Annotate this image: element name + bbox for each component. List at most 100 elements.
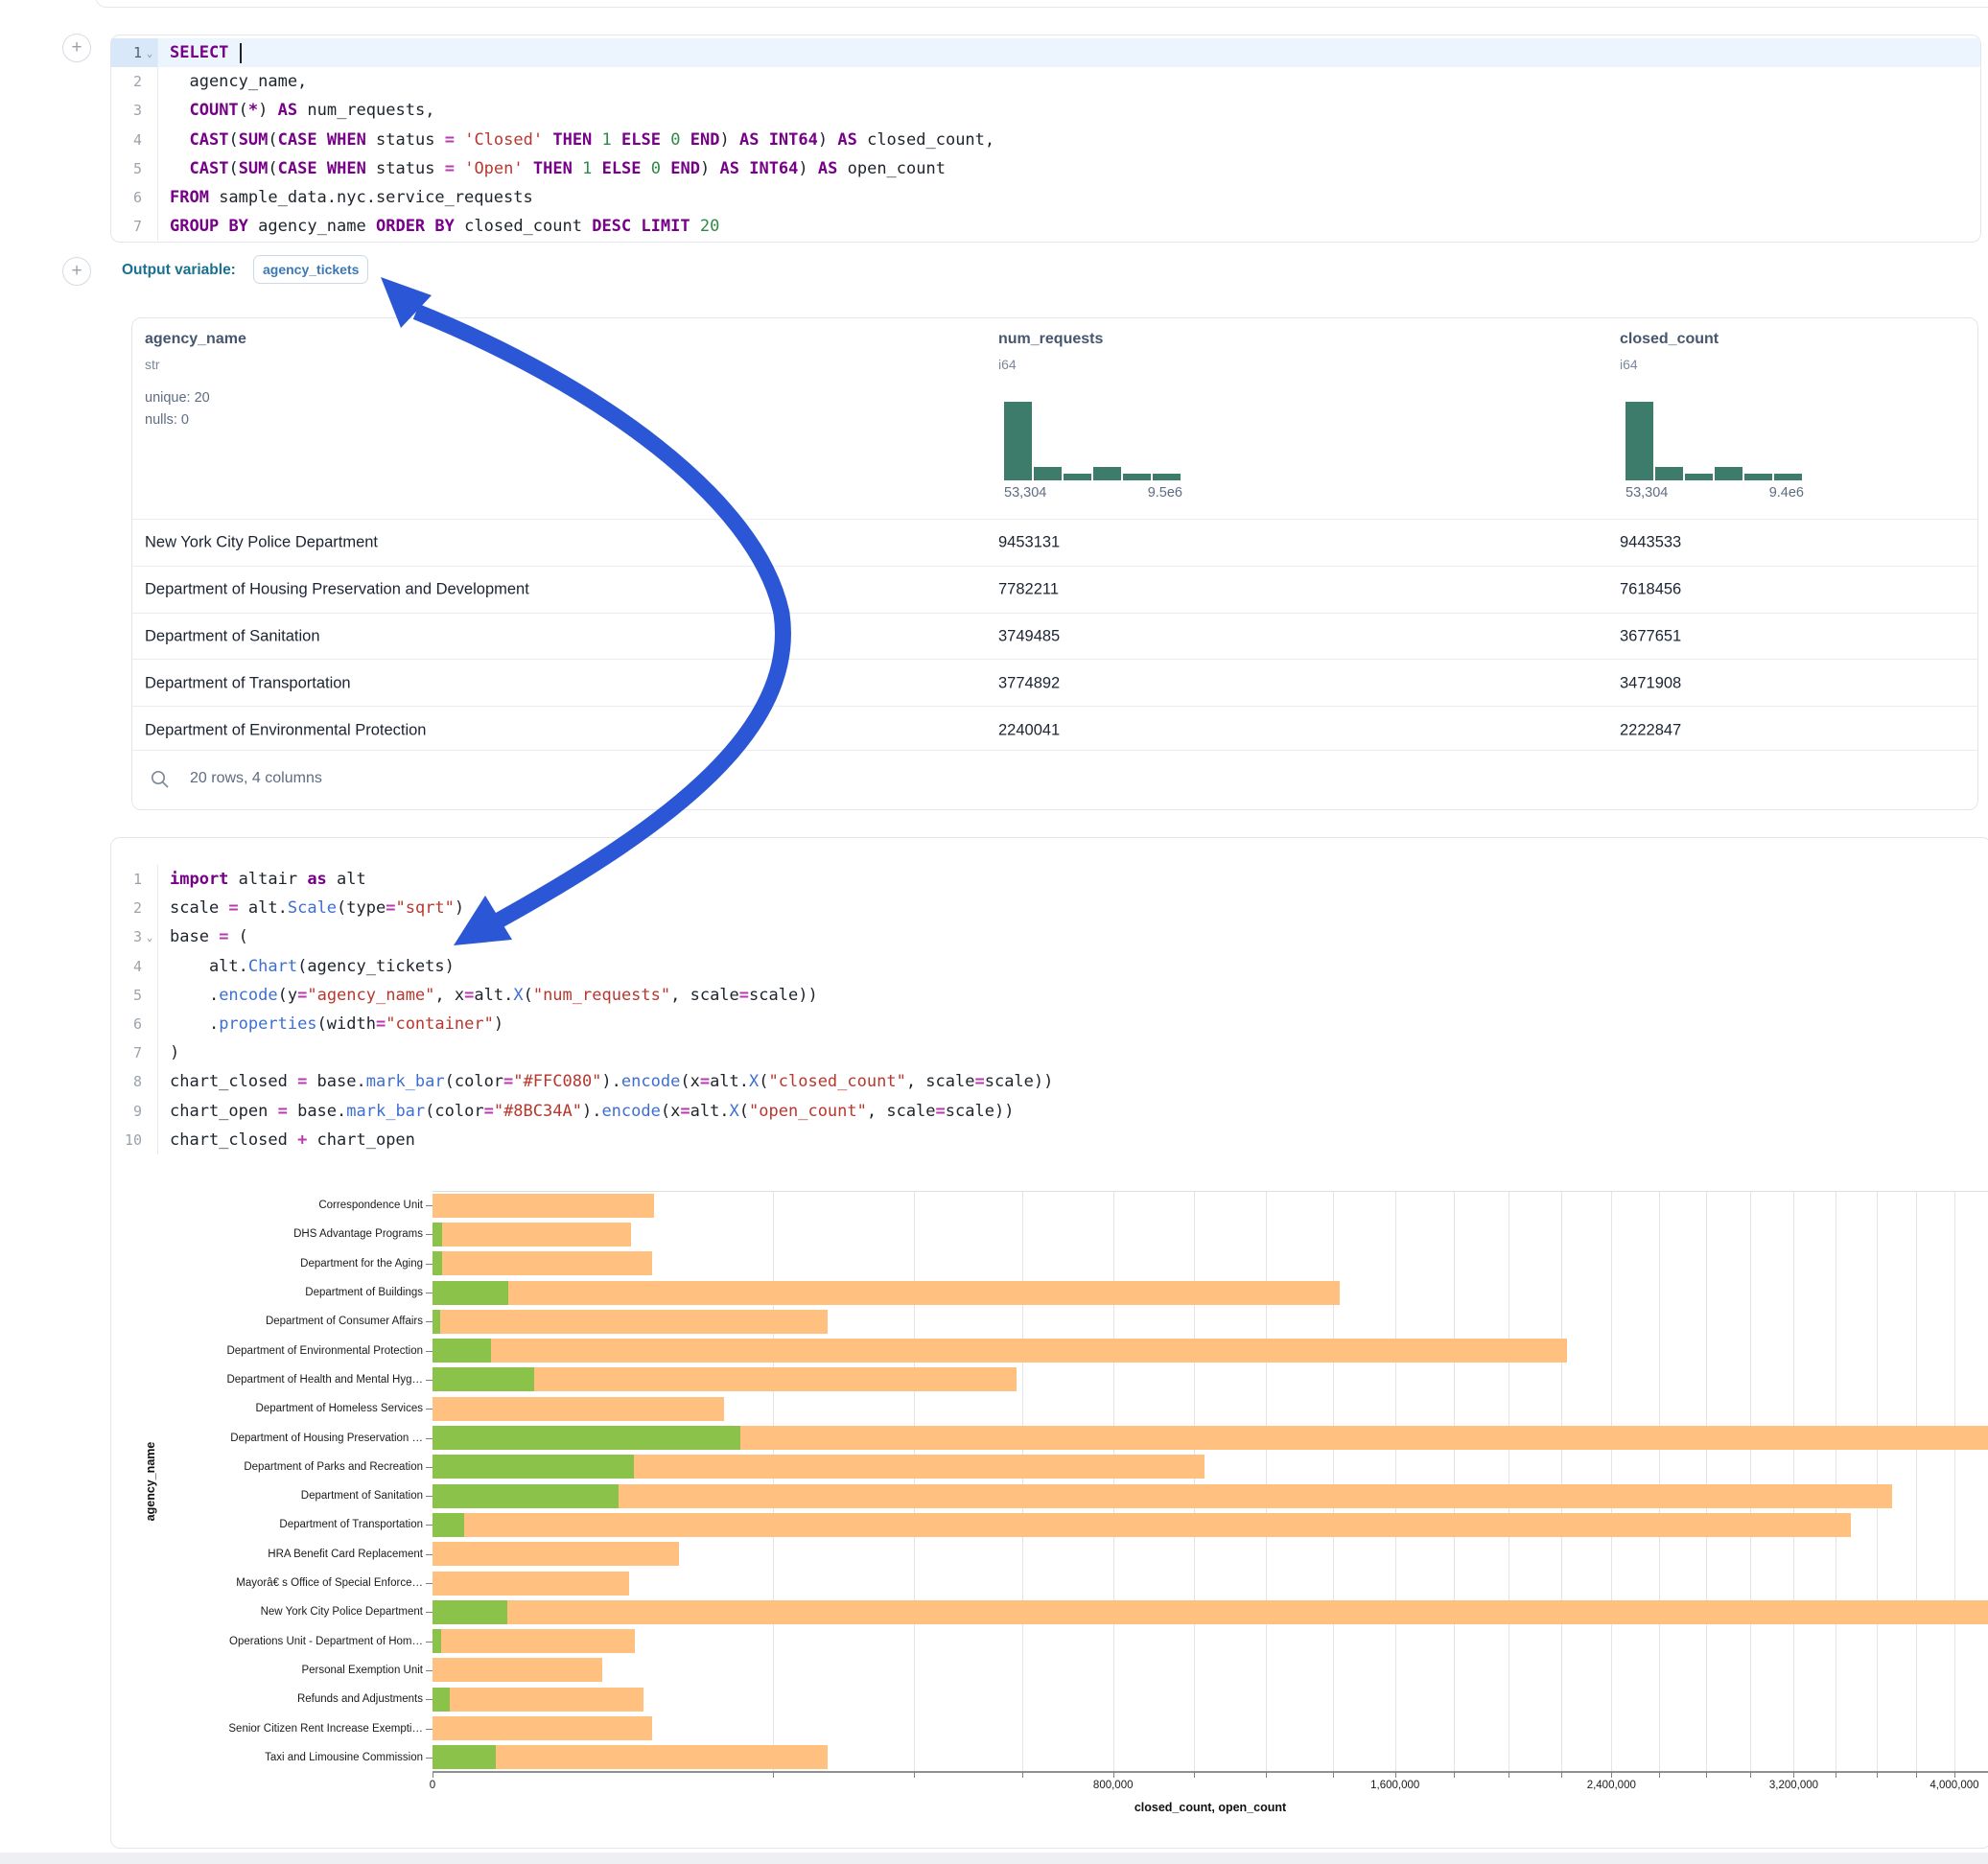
code-text: scale = alt.Scale(type="sqrt") — [157, 894, 1988, 922]
code-line[interactable]: 6FROM sample_data.nyc.service_requests — [111, 183, 1980, 212]
code-line[interactable]: 1import altair as alt — [111, 865, 1988, 894]
chart-y-axis-labels: Correspondence UnitDHS Advantage Program… — [0, 1191, 423, 1772]
add-cell-button-output[interactable]: + — [62, 257, 91, 286]
text-cursor — [240, 43, 242, 63]
code-text: chart_closed = base.mark_bar(color="#FFC… — [157, 1067, 1988, 1096]
bar-closed-count — [433, 1397, 724, 1421]
line-number: 1 — [111, 865, 157, 894]
code-line[interactable]: 5 .encode(y="agency_name", x=alt.X("num_… — [111, 981, 1988, 1010]
bar-closed-count — [433, 1513, 1851, 1537]
code-text: import altair as alt — [157, 865, 1988, 894]
x-axis-tick — [1022, 1772, 1023, 1778]
code-line[interactable]: 10chart_closed + chart_open — [111, 1126, 1988, 1154]
x-axis-tick — [1395, 1772, 1396, 1778]
bar-closed-count — [433, 1542, 679, 1566]
bar-open-count — [433, 1367, 534, 1391]
table-row-count: 20 rows, 4 columns — [190, 770, 322, 787]
code-line[interactable]: 1⌄SELECT — [111, 38, 1980, 67]
code-line[interactable]: 3 COUNT(*) AS num_requests, — [111, 96, 1980, 125]
gridline — [1194, 1191, 1195, 1772]
code-line[interactable]: 5 CAST(SUM(CASE WHEN status = 'Open' THE… — [111, 154, 1980, 183]
fold-chevron-icon[interactable]: ⌄ — [142, 931, 157, 944]
y-axis-tick — [426, 1642, 433, 1643]
bar-open-count — [433, 1426, 740, 1450]
fold-chevron-icon[interactable]: ⌄ — [142, 47, 157, 59]
gridline — [914, 1191, 915, 1772]
code-text: .properties(width="container") — [157, 1010, 1988, 1038]
code-text: CAST(SUM(CASE WHEN status = 'Open' THEN … — [157, 154, 1980, 183]
code-line[interactable]: 4 CAST(SUM(CASE WHEN status = 'Closed' T… — [111, 126, 1980, 154]
python-editor[interactable]: 1import altair as alt2scale = alt.Scale(… — [111, 865, 1988, 1154]
add-cell-button-top[interactable]: + — [62, 34, 91, 62]
y-axis-label: Department of Transportation — [0, 1519, 423, 1530]
y-axis-tick — [426, 1758, 433, 1759]
workspace-background-strip — [0, 1852, 1988, 1864]
y-axis-label: Department for the Aging — [0, 1258, 423, 1270]
code-text: chart_open = base.mark_bar(color="#8BC34… — [157, 1097, 1988, 1126]
code-line[interactable]: 7GROUP BY agency_name ORDER BY closed_co… — [111, 212, 1980, 241]
table-cell: 7782211 — [998, 581, 1059, 599]
x-axis-tick-label: 4,000,000 — [1930, 1780, 1978, 1791]
y-axis-tick — [426, 1699, 433, 1700]
x-axis-tick — [1954, 1772, 1955, 1778]
bar-open-count — [433, 1513, 464, 1537]
line-number: 4 — [111, 952, 157, 981]
bar-open-count — [433, 1484, 619, 1508]
bar-closed-count — [433, 1600, 1988, 1624]
gridline — [1954, 1191, 1955, 1772]
bar-closed-count — [433, 1658, 602, 1682]
bar-closed-count — [433, 1223, 631, 1247]
code-line[interactable]: 6 .properties(width="container") — [111, 1010, 1988, 1038]
table-cell: 9443533 — [1620, 534, 1681, 552]
gridline — [1793, 1191, 1794, 1772]
table-row[interactable]: Department of Sanitation37494853677651 — [132, 613, 1977, 661]
bar-open-count — [433, 1745, 496, 1769]
bar-open-count — [433, 1310, 440, 1334]
previous-cell-bottom-edge — [95, 0, 1988, 8]
x-axis-tick-label: 800,000 — [1093, 1780, 1134, 1791]
x-axis-tick — [1561, 1772, 1562, 1778]
code-line[interactable]: 4 alt.Chart(agency_tickets) — [111, 952, 1988, 981]
gridline — [1611, 1191, 1612, 1772]
x-axis-tick — [914, 1772, 915, 1778]
code-text: COUNT(*) AS num_requests, — [157, 96, 1980, 125]
output-variable-pill[interactable]: agency_tickets — [253, 255, 368, 284]
code-line[interactable]: 3⌄base = ( — [111, 922, 1988, 951]
y-axis-label: Department of Health and Mental Hyg… — [0, 1374, 423, 1386]
code-line[interactable]: 2scale = alt.Scale(type="sqrt") — [111, 894, 1988, 922]
bar-closed-count — [433, 1484, 1892, 1508]
table-row[interactable]: Department of Environmental Protection22… — [132, 706, 1977, 754]
table-row[interactable]: Department of Housing Preservation and D… — [132, 566, 1977, 614]
y-axis-tick — [426, 1612, 433, 1613]
table-row[interactable]: New York City Police Department945313194… — [132, 519, 1977, 567]
search-icon[interactable] — [150, 769, 171, 795]
bar-closed-count — [433, 1572, 629, 1596]
bar-open-count — [433, 1455, 634, 1479]
code-line[interactable]: 8chart_closed = base.mark_bar(color="#FF… — [111, 1067, 1988, 1096]
y-axis-tick — [426, 1380, 433, 1381]
sql-editor[interactable]: 1⌄SELECT 2 agency_name,3 COUNT(*) AS num… — [111, 38, 1980, 241]
code-text: GROUP BY agency_name ORDER BY closed_cou… — [157, 212, 1980, 241]
chart-plot-area — [433, 1191, 1988, 1772]
table-row[interactable]: Department of Transportation377489234719… — [132, 659, 1977, 707]
gridline — [1454, 1191, 1455, 1772]
bar-open-count — [433, 1281, 508, 1305]
code-line[interactable]: 9chart_open = base.mark_bar(color="#8BC3… — [111, 1097, 1988, 1126]
y-axis-label: Department of Environmental Protection — [0, 1345, 423, 1357]
line-number: 9 — [111, 1097, 157, 1126]
x-axis-tick — [1706, 1772, 1707, 1778]
code-line[interactable]: 2 agency_name, — [111, 67, 1980, 96]
y-axis-label: Department of Consumer Affairs — [0, 1316, 423, 1327]
gridline — [1561, 1191, 1562, 1772]
code-text: base = ( — [157, 922, 1988, 951]
x-axis-tick — [1916, 1772, 1917, 1778]
code-line[interactable]: 7) — [111, 1038, 1988, 1067]
gridline — [1706, 1191, 1707, 1772]
x-axis-tick — [1877, 1772, 1878, 1778]
table-cell: 9453131 — [998, 534, 1060, 552]
line-number: 6 — [111, 1010, 157, 1038]
line-number: 8 — [111, 1067, 157, 1096]
x-axis-tick — [1266, 1772, 1267, 1778]
x-axis-tick — [1750, 1772, 1751, 1778]
line-number: 3⌄ — [111, 922, 157, 951]
